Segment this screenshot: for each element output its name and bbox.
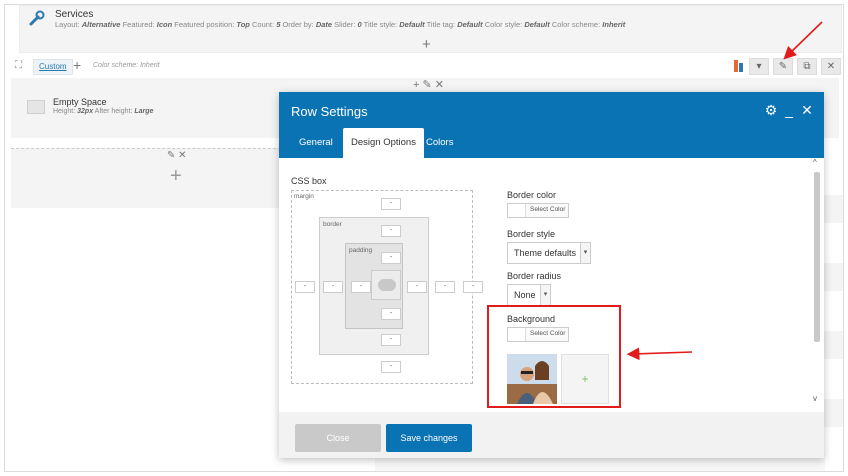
arrow-to-edit-icon	[783, 21, 823, 60]
annotation-arrows	[626, 21, 823, 361]
arrow-to-background	[626, 347, 693, 361]
